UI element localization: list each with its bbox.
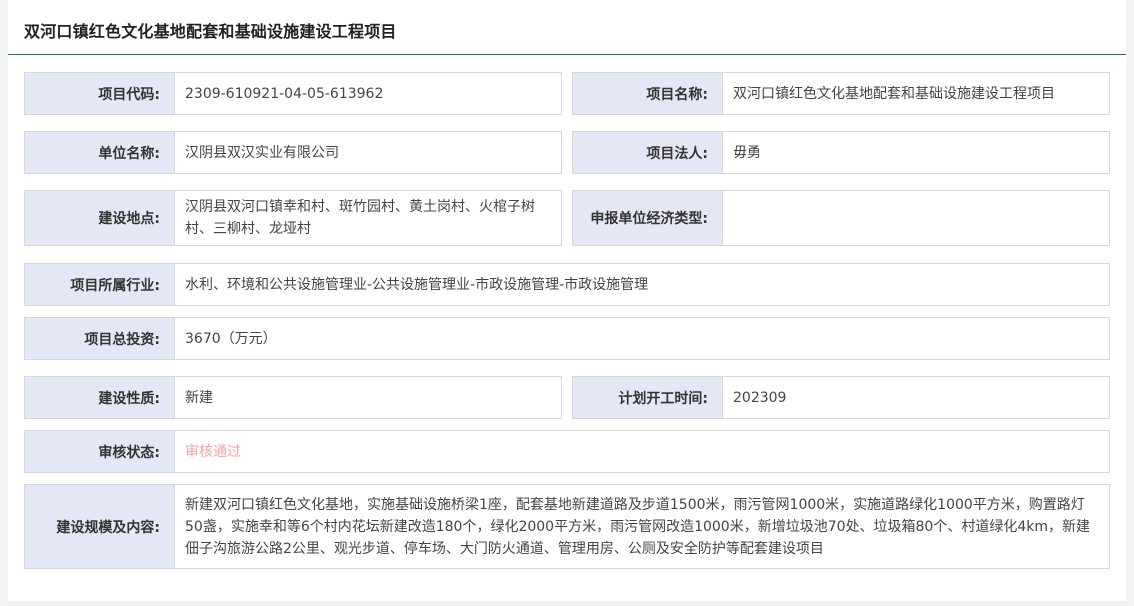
- economic-type-label: 申报单位经济类型:: [572, 190, 723, 246]
- location-label: 建设地点:: [24, 190, 175, 246]
- industry-label: 项目所属行业:: [24, 263, 175, 306]
- location-value: 汉阴县双河口镇幸和村、斑竹园村、黄土岗村、火棺子树村、三柳村、龙垭村: [174, 190, 562, 246]
- scale-label: 建设规模及内容:: [24, 484, 175, 569]
- review-status-label: 审核状态:: [24, 430, 175, 473]
- unit-name-value: 汉阴县双汉实业有限公司: [174, 131, 562, 174]
- total-investment-label: 项目总投资:: [24, 317, 175, 360]
- nature-value: 新建: [174, 376, 562, 419]
- start-time-value: 202309: [722, 376, 1110, 419]
- industry-value: 水利、环境和公共设施管理业-公共设施管理业-市政设施管理-市政设施管理: [174, 263, 1110, 306]
- review-status-value: 审核通过: [174, 430, 1110, 473]
- start-time-label: 计划开工时间:: [572, 376, 723, 419]
- page-title: 双河口镇红色文化基地配套和基础设施建设工程项目: [24, 22, 397, 41]
- nature-label: 建设性质:: [24, 376, 175, 419]
- project-code-label: 项目代码:: [24, 72, 175, 115]
- legal-person-value: 毋勇: [722, 131, 1110, 174]
- total-investment-value: 3670（万元）: [174, 317, 1110, 360]
- project-code-value: 2309-610921-04-05-613962: [174, 72, 562, 115]
- legal-person-label: 项目法人:: [572, 131, 723, 174]
- scale-value: 新建双河口镇红色文化基地，实施基础设施桥梁1座，配套基地新建道路及步道1500米…: [174, 484, 1110, 569]
- project-detail-page: 双河口镇红色文化基地配套和基础设施建设工程项目 项目代码: 2309-61092…: [8, 0, 1126, 601]
- economic-type-value: [722, 190, 1110, 246]
- project-name-value: 双河口镇红色文化基地配套和基础设施建设工程项目: [722, 72, 1110, 115]
- title-divider: [8, 54, 1126, 55]
- project-name-label: 项目名称:: [572, 72, 723, 115]
- unit-name-label: 单位名称:: [24, 131, 175, 174]
